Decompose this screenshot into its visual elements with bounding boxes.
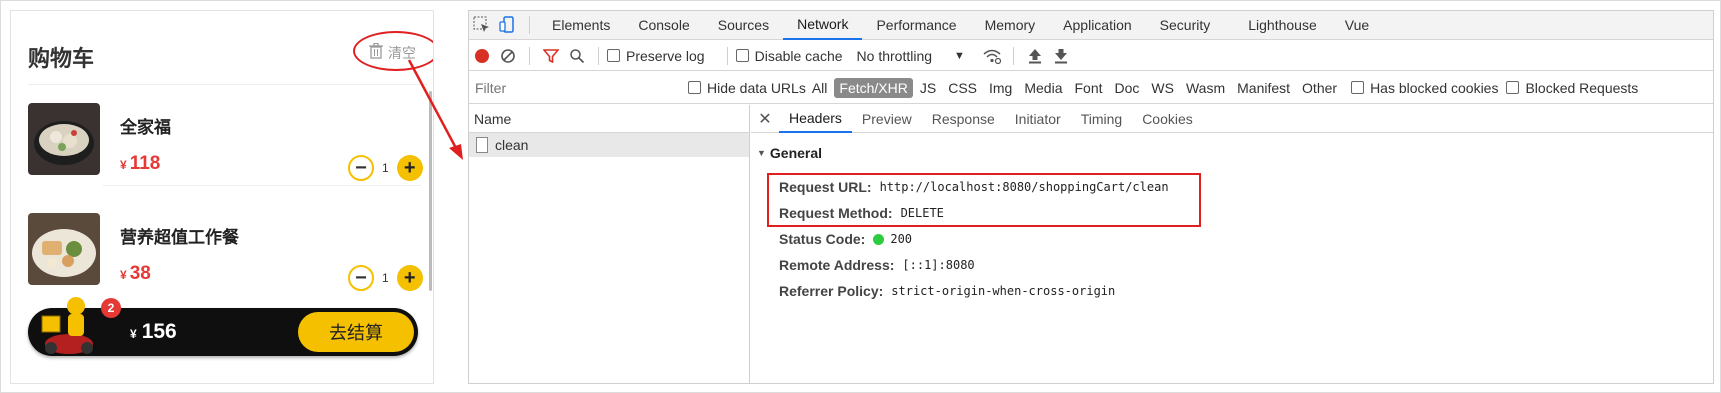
toolbar-separator — [529, 16, 530, 34]
tab-security[interactable]: Security — [1146, 11, 1225, 40]
toolbar-separator — [726, 46, 728, 65]
item-name: 营养超值工作餐 — [120, 228, 239, 248]
tab-vue[interactable]: Vue — [1331, 11, 1383, 40]
cart-title: 购物车 — [28, 47, 95, 72]
tab-memory[interactable]: Memory — [971, 11, 1050, 40]
detail-tab-bar: ✕ Headers Preview Response Initiator Tim… — [751, 105, 1713, 133]
tab-initiator[interactable]: Initiator — [1005, 105, 1071, 133]
toolbar-separator — [529, 46, 530, 65]
search-icon[interactable] — [564, 41, 590, 70]
cart-item: 全家福 ¥118 − 1 + — [28, 103, 428, 223]
tab-timing[interactable]: Timing — [1071, 105, 1133, 133]
clear-log-icon[interactable] — [495, 41, 521, 70]
item-price: ¥118 — [120, 153, 161, 174]
tab-network[interactable]: Network — [783, 11, 863, 40]
caret-down-icon: ▼ — [757, 148, 766, 158]
network-toolbar: Preserve log Disable cache No throttling… — [469, 41, 1713, 71]
quantity-stepper: − 1 + — [348, 265, 423, 291]
throttling-select[interactable]: No throttling ▼ — [857, 48, 965, 64]
import-har-icon[interactable] — [1022, 41, 1048, 70]
preserve-log-checkbox[interactable]: Preserve log — [607, 48, 705, 64]
filter-type-manifest[interactable]: Manifest — [1232, 78, 1295, 98]
cart-count-badge: 2 — [101, 298, 121, 318]
screenshot-canvas: 购物车 清空 全家福 ¥118 − 1 + 营养超值工作餐 ¥ 38 − 1 +… — [0, 0, 1721, 393]
item-price: ¥38 — [120, 263, 151, 284]
filter-type-doc[interactable]: Doc — [1110, 78, 1145, 98]
tab-headers[interactable]: Headers — [779, 105, 852, 133]
item-divider — [103, 185, 421, 186]
filter-type-other[interactable]: Other — [1297, 78, 1342, 98]
filter-input[interactable] — [469, 76, 674, 99]
filter-type-media[interactable]: Media — [1019, 78, 1067, 98]
status-ok-icon — [873, 234, 885, 245]
tab-preview[interactable]: Preview — [852, 105, 922, 133]
tab-response[interactable]: Response — [922, 105, 1005, 133]
tab-performance[interactable]: Performance — [862, 11, 970, 40]
cart-total: ¥156 — [130, 320, 177, 343]
filter-type-all[interactable]: All — [807, 78, 833, 98]
checkout-bar: 2 ¥156 去结算 — [28, 297, 418, 356]
checkbox-box[interactable] — [607, 49, 620, 62]
annotation-highlight-box — [767, 173, 1201, 227]
close-icon[interactable]: ✕ — [751, 109, 779, 129]
devtools-tab-bar: Elements Console Sources Network Perform… — [469, 11, 1713, 40]
network-filter-bar: Hide data URLs All Fetch/XHR JS CSS Img … — [469, 72, 1713, 104]
filter-type-font[interactable]: Font — [1069, 78, 1107, 98]
tab-console[interactable]: Console — [624, 11, 703, 40]
devtools-panel: Elements Console Sources Network Perform… — [468, 10, 1714, 384]
request-list: Name clean — [469, 105, 750, 384]
header-divider — [28, 84, 428, 85]
device-toolbar-icon[interactable] — [495, 11, 521, 40]
checkbox-box[interactable] — [1506, 81, 1520, 94]
quantity-value: 1 — [382, 271, 389, 285]
request-details: ✕ Headers Preview Response Initiator Tim… — [751, 105, 1713, 384]
tab-sources[interactable]: Sources — [704, 11, 783, 40]
has-blocked-cookies-checkbox[interactable]: Has blocked cookies — [1351, 80, 1498, 96]
hide-data-urls-checkbox[interactable]: Hide data URLs — [688, 80, 806, 96]
tab-elements[interactable]: Elements — [538, 11, 624, 40]
tab-application[interactable]: Application — [1049, 11, 1146, 40]
filter-type-css[interactable]: CSS — [943, 78, 982, 98]
name-column-header[interactable]: Name — [469, 105, 749, 133]
quantity-value: 1 — [382, 161, 389, 175]
food-thumbnail — [28, 213, 100, 285]
header-field-referrer-policy: Referrer Policy: strict-origin-when-cros… — [779, 283, 1116, 299]
increase-button[interactable]: + — [396, 265, 423, 291]
filter-icon[interactable] — [538, 41, 564, 70]
filter-type-fetch-xhr[interactable]: Fetch/XHR — [834, 77, 913, 98]
filter-type-js[interactable]: JS — [915, 78, 941, 98]
checkbox-box[interactable] — [688, 81, 701, 94]
record-icon[interactable] — [469, 41, 495, 70]
general-section-toggle[interactable]: ▼ General — [757, 145, 822, 161]
dropdown-arrow-icon: ▼ — [954, 49, 965, 62]
item-name: 全家福 — [120, 118, 171, 138]
shopping-cart-panel: 购物车 清空 全家福 ¥118 − 1 + 营养超值工作餐 ¥ 38 − 1 +… — [10, 10, 434, 384]
checkout-button[interactable]: 去结算 — [298, 312, 414, 352]
food-thumbnail — [28, 103, 100, 175]
export-har-icon[interactable] — [1048, 41, 1074, 70]
decrease-button[interactable]: − — [348, 265, 374, 291]
delivery-rider-icon — [34, 290, 104, 356]
header-field-remote-address: Remote Address: [::1]:8080 — [779, 257, 975, 273]
tab-lighthouse[interactable]: Lighthouse — [1234, 11, 1331, 40]
filter-type-img[interactable]: Img — [984, 78, 1017, 98]
decrease-button[interactable]: − — [348, 155, 374, 181]
disable-cache-checkbox[interactable]: Disable cache — [735, 48, 843, 64]
toolbar-separator — [598, 46, 599, 65]
tab-cookies[interactable]: Cookies — [1132, 105, 1203, 133]
document-icon — [476, 137, 488, 153]
network-conditions-icon[interactable] — [979, 41, 1005, 70]
request-row[interactable]: clean — [469, 133, 749, 157]
annotation-arrow — [407, 59, 463, 160]
toolbar-separator — [1012, 46, 1014, 65]
checkbox-box[interactable] — [735, 49, 749, 62]
header-field-status-code: Status Code: 200 — [779, 231, 913, 247]
inspect-element-icon[interactable] — [469, 11, 495, 40]
filter-type-wasm[interactable]: Wasm — [1181, 78, 1230, 98]
request-name: clean — [495, 137, 529, 153]
blocked-requests-checkbox[interactable]: Blocked Requests — [1506, 80, 1638, 96]
filter-type-ws[interactable]: WS — [1146, 78, 1179, 98]
checkbox-box[interactable] — [1351, 81, 1365, 94]
